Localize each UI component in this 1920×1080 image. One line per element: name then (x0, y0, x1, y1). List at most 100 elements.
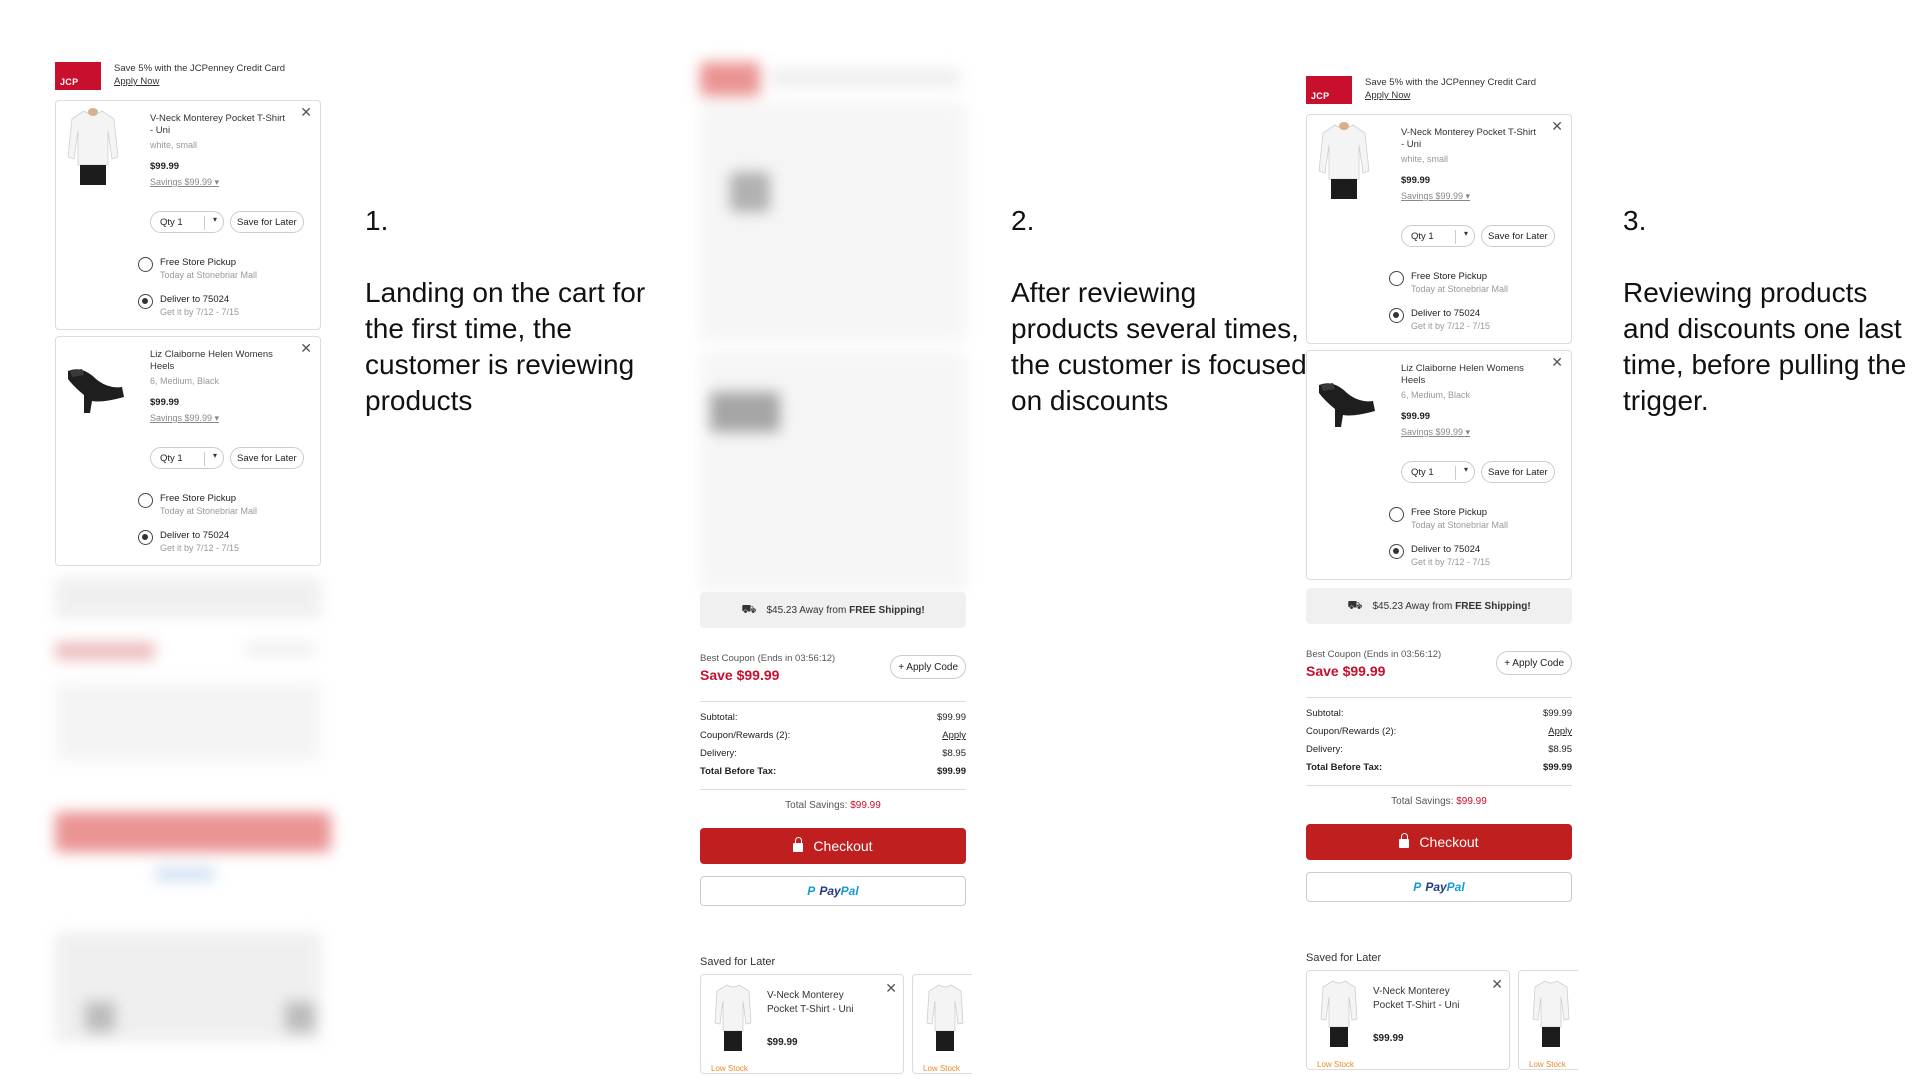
pickup-option[interactable]: Free Store Pickup Today at Stonebriar Ma… (1389, 507, 1508, 531)
apply-now-link[interactable]: Apply Now (114, 75, 285, 88)
remove-item-icon[interactable]: ✕ (1551, 119, 1563, 133)
free-shipping-banner: ⛟ $45.23 Away from FREE Shipping! (1306, 588, 1572, 624)
pickup-option[interactable]: Free Store Pickup Today at Stonebriar Ma… (1389, 271, 1508, 295)
delivery-sub: Get it by 7/12 - 7/15 (160, 543, 240, 553)
remove-saved-item-icon[interactable]: ✕ (885, 981, 897, 995)
paypal-icon: P (807, 884, 816, 898)
subtotal-label: Subtotal: (700, 712, 738, 723)
item-variant: white, small (150, 140, 198, 150)
saved-item-name[interactable]: V-Neck Monterey Pocket T-Shirt - Uni (767, 989, 877, 1017)
pickup-radio[interactable] (1389, 507, 1404, 522)
jcp-logo: JCP (55, 62, 101, 90)
apply-code-button[interactable]: + Apply Code (890, 655, 966, 679)
chevron-down-icon: ▾ (1463, 229, 1468, 238)
delivery-option[interactable]: Deliver to 75024 Get it by 7/12 - 7/15 (138, 530, 240, 554)
save-for-later-button[interactable]: Save for Later (1481, 461, 1555, 483)
lock-icon (793, 837, 804, 852)
heel-shoe-thumbnail (68, 369, 124, 413)
save-for-later-button[interactable]: Save for Later (230, 447, 304, 469)
pickup-radio[interactable] (138, 257, 153, 272)
jcp-logo: JCP (1306, 76, 1352, 104)
caption-number: 3. (1623, 205, 1647, 236)
remove-item-icon[interactable]: ✕ (1551, 355, 1563, 369)
delivery-option[interactable]: Deliver to 75024 Get it by 7/12 - 7/15 (138, 294, 239, 318)
item-savings-toggle[interactable]: Savings $99.99 ▾ (150, 176, 219, 188)
quantity-select[interactable]: Qty 1 ▾ (1401, 461, 1475, 483)
apply-now-link[interactable]: Apply Now (1365, 89, 1536, 102)
item-savings-toggle[interactable]: Savings $99.99 ▾ (1401, 190, 1470, 202)
quantity-select[interactable]: Qty 1 ▾ (150, 447, 224, 469)
cart-item-card: ✕ Liz Claiborne Helen Womens Heels 6, Me… (1306, 350, 1572, 580)
quantity-value: Qty 1 (1411, 466, 1434, 478)
caption-text: Landing on the cart for the first time, … (365, 277, 646, 416)
checkout-button[interactable]: Checkout (1306, 824, 1572, 860)
saved-item-card[interactable]: Low Stock (1518, 970, 1578, 1070)
remove-item-icon[interactable]: ✕ (300, 341, 312, 355)
paypal-button[interactable]: P Pay Pal (700, 876, 966, 906)
low-stock-badge: Low Stock (1317, 1060, 1354, 1069)
item-name[interactable]: V-Neck Monterey Pocket T-Shirt - Uni (1401, 127, 1541, 151)
low-stock-badge: Low Stock (711, 1064, 748, 1073)
saved-item-name[interactable]: V-Neck Monterey Pocket T-Shirt - Uni (1373, 985, 1483, 1013)
coupon-apply-link[interactable]: Apply (1548, 723, 1572, 741)
pickup-label: Free Store Pickup (160, 493, 237, 504)
item-name[interactable]: V-Neck Monterey Pocket T-Shirt - Uni (150, 113, 290, 137)
credit-card-promo: JCP Save 5% with the JCPenney Credit Car… (1306, 76, 1572, 106)
order-summary: Subtotal: $99.99 Coupon/Rewards (2): Apply… (700, 701, 966, 790)
saved-item-card[interactable]: Low Stock (912, 974, 972, 1074)
delivery-radio[interactable] (1389, 308, 1404, 323)
save-for-later-button[interactable]: Save for Later (230, 211, 304, 233)
delivery-radio[interactable] (1389, 544, 1404, 559)
saved-for-later-carousel[interactable]: ✕ V-Neck Monterey Pocket T-Shirt - Uni $… (700, 974, 976, 1074)
paypal-button[interactable]: P Pay Pal (1306, 872, 1572, 902)
coupon-save: Save $99.99 (700, 667, 780, 683)
delivery-option[interactable]: Deliver to 75024 Get it by 7/12 - 7/15 (1389, 308, 1490, 332)
saved-item-card[interactable]: ✕ V-Neck Monterey Pocket T-Shirt - Uni $… (700, 974, 904, 1074)
coupon-label: Best Coupon (Ends in 03:56:12) (700, 653, 836, 664)
item-savings-toggle[interactable]: Savings $99.99 ▾ (150, 412, 219, 424)
saved-item-card[interactable]: ✕ V-Neck Monterey Pocket T-Shirt - Uni $… (1306, 970, 1510, 1070)
promo-text: Save 5% with the JCPenney Credit Card (1365, 77, 1537, 88)
delivery-option[interactable]: Deliver to 75024 Get it by 7/12 - 7/15 (1389, 544, 1490, 568)
total-value: $99.99 (936, 766, 966, 777)
blurred-items-region (700, 62, 966, 592)
quantity-value: Qty 1 (160, 452, 183, 464)
credit-card-promo: JCP Save 5% with the JCPenney Credit Car… (55, 62, 321, 92)
chevron-down-icon: ▾ (212, 215, 217, 224)
caption-step-1: 1. Landing on the cart for the first tim… (365, 203, 675, 419)
saved-for-later-carousel[interactable]: ✕ V-Neck Monterey Pocket T-Shirt - Uni $… (1306, 970, 1582, 1070)
quantity-select[interactable]: Qty 1 ▾ (1401, 225, 1475, 247)
cart-item-card: ✕ Liz Claiborne Helen Womens Heels 6, Me… (55, 336, 321, 566)
quantity-select[interactable]: Qty 1 ▾ (150, 211, 224, 233)
truck-icon: ⛟ (741, 602, 757, 616)
item-price: $99.99 (150, 161, 180, 172)
item-savings-toggle[interactable]: Savings $99.99 ▾ (1401, 426, 1470, 438)
total-savings-label: Total Savings: (1391, 796, 1457, 807)
total-savings-value: $99.99 (850, 800, 881, 811)
pickup-radio[interactable] (138, 493, 153, 508)
paypal-icon: P (1413, 880, 1422, 894)
pickup-radio[interactable] (1389, 271, 1404, 286)
pickup-option[interactable]: Free Store Pickup Today at Stonebriar Ma… (138, 493, 258, 517)
saved-for-later-heading: Saved for Later (1306, 952, 1382, 964)
item-name[interactable]: Liz Claiborne Helen Womens Heels (150, 349, 290, 373)
item-name[interactable]: Liz Claiborne Helen Womens Heels (1401, 363, 1541, 387)
delivery-radio[interactable] (138, 530, 153, 545)
total-savings: Total Savings: $99.99 (1306, 796, 1572, 807)
low-stock-badge: Low Stock (923, 1064, 960, 1073)
pickup-sub: Today at Stonebriar Mall (160, 506, 258, 516)
coupon-rewards-label: Coupon/Rewards (2): (1306, 726, 1397, 737)
caption-text: Reviewing products and discounts one las… (1623, 277, 1907, 416)
checkout-button[interactable]: Checkout (700, 828, 966, 864)
coupon-apply-link[interactable]: Apply (942, 727, 966, 745)
delivery-radio[interactable] (138, 294, 153, 309)
remove-saved-item-icon[interactable]: ✕ (1491, 977, 1503, 991)
free-shipping-banner: ⛟ $45.23 Away from FREE Shipping! (700, 592, 966, 628)
delivery-label: Delivery: (700, 748, 737, 759)
pickup-option[interactable]: Free Store Pickup Today at Stonebriar Ma… (138, 257, 257, 281)
save-for-later-button[interactable]: Save for Later (1481, 225, 1555, 247)
apply-code-button[interactable]: + Apply Code (1496, 651, 1572, 675)
saved-item-price: $99.99 (1373, 1033, 1404, 1044)
tshirt-thumbnail (714, 984, 752, 1051)
remove-item-icon[interactable]: ✕ (300, 105, 312, 119)
